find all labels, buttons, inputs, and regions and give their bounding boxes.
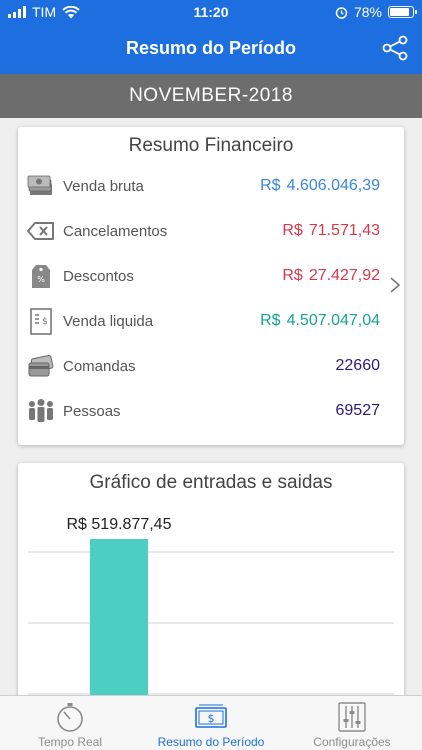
svg-text:$: $: [208, 712, 215, 725]
tab-tempo-real[interactable]: Tempo Real: [0, 696, 140, 750]
backspace-x-icon: [27, 222, 54, 240]
summary-row-comandas: Comandas 22660: [18, 346, 404, 386]
money-stack-icon: [27, 175, 52, 195]
summary-row-label: Cancelamentos: [63, 223, 168, 240]
svg-text:%: %: [37, 275, 45, 284]
tab-label: Resumo do Período: [157, 735, 265, 749]
summary-title: Resumo Financeiro: [128, 135, 294, 156]
summary-row-value: R$ 4.606.046,39: [260, 177, 380, 194]
period-label[interactable]: NOVEMBER-2018: [0, 74, 422, 118]
receipt-icon: $: [30, 308, 52, 335]
summary-row-value: R$ 4.507.047,04: [260, 312, 380, 329]
battery-percent: 78%: [353, 4, 382, 20]
svg-text:$: $: [42, 317, 48, 327]
sliders-icon: [338, 702, 366, 732]
cash-bill-icon: $: [195, 704, 227, 728]
summary-row-value: 22660: [335, 357, 381, 374]
summary-row-value: R$ 27.427,92: [282, 267, 380, 284]
summary-row-cancelamentos: Cancelamentos R$ 71.571,43: [18, 211, 404, 251]
app-header: TIM 11:20 78% Resumo do Período: [0, 0, 422, 74]
chevron-right-icon[interactable]: [388, 275, 402, 295]
summary-row-descontos: % Descontos R$ 27.427,92: [18, 256, 404, 296]
summary-row-venda-bruta: Venda bruta R$ 4.606.046,39: [18, 166, 404, 206]
tab-label: Configurações: [313, 735, 391, 749]
summary-row-label: Pessoas: [63, 403, 121, 420]
page-title: Resumo do Período: [125, 38, 296, 58]
price-tag-icon: %: [32, 265, 50, 288]
summary-row-label: Descontos: [63, 268, 134, 285]
summary-row-pessoas: Pessoas 69527: [18, 391, 404, 431]
share-icon[interactable]: [382, 35, 408, 61]
chart-card: Gráfico de entradas e saidas R$ 519.877,…: [18, 463, 404, 723]
chart-title: Gráfico de entradas e saidas: [89, 472, 333, 493]
summary-row-value: R$ 71.571,43: [282, 222, 380, 239]
bar-chart: R$ 519.877,45: [28, 516, 394, 723]
tab-bar: Tempo Real $ Resumo do Período Configura…: [0, 695, 422, 750]
status-bar: TIM 11:20 78%: [0, 0, 422, 24]
summary-row-label: Comandas: [63, 358, 136, 375]
stopwatch-icon: [57, 703, 83, 732]
tab-label: Tempo Real: [37, 735, 103, 749]
summary-row-venda-liquida: $ Venda liquida R$ 4.507.047,04: [18, 301, 404, 341]
tab-configuracoes[interactable]: Configurações: [282, 696, 422, 750]
summary-row-label: Venda liquida: [63, 313, 154, 330]
battery-icon: [388, 6, 417, 18]
cards-icon: [28, 354, 54, 377]
financial-summary-card: Resumo Financeiro Venda bruta R$ 4.606.04…: [18, 127, 404, 445]
tab-resumo-do-periodo[interactable]: $ Resumo do Período: [141, 696, 281, 750]
chart-bar-data-label: R$ 519.877,45: [67, 516, 172, 533]
summary-row-value: 69527: [335, 402, 381, 419]
summary-row-label: Venda bruta: [63, 178, 144, 195]
people-icon: [29, 399, 53, 422]
alarm-clock-icon: [335, 6, 348, 19]
